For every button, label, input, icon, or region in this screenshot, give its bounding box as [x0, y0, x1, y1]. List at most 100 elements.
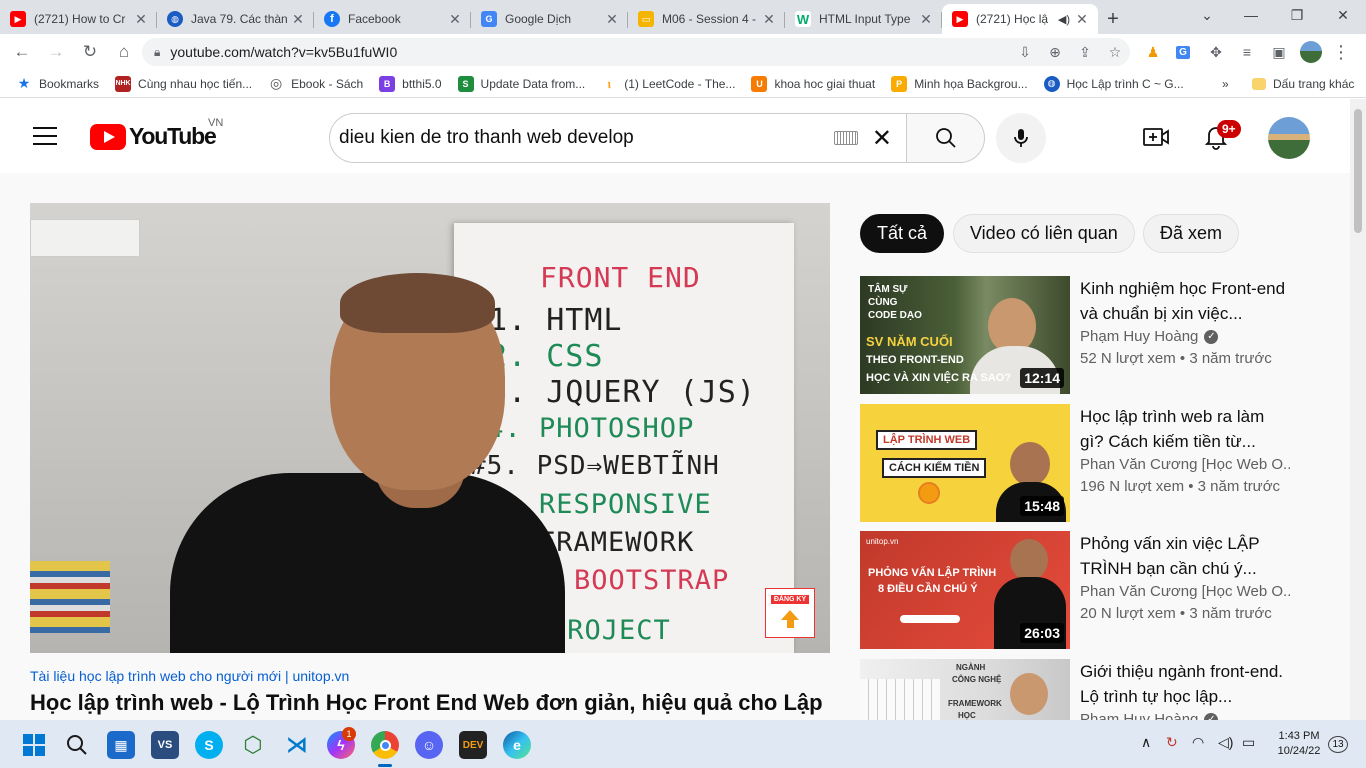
search-icon[interactable]	[63, 731, 91, 759]
minimize-button[interactable]: —	[1228, 0, 1274, 30]
video-player[interactable]: FRONT END #1. HTML #2. CSS #3. JQUERY (J…	[30, 203, 830, 653]
bookmark-item[interactable]: ★ Bookmarks	[8, 70, 107, 98]
bookmark-item[interactable]: NHK Cùng nhau học tiến...	[107, 70, 260, 98]
lock-icon[interactable]: 🔒︎	[154, 45, 160, 60]
browser-tab[interactable]: ▭ M06 - Session 4 - ✕	[628, 4, 785, 34]
home-button[interactable]: ⌂	[108, 36, 140, 68]
notification-center-badge[interactable]: 13	[1328, 736, 1348, 753]
related-video[interactable]: TÂM SỰ CÙNG CODE DẠO SV NĂM CUỐI THEO FR…	[860, 276, 1290, 394]
related-video[interactable]: LẬP TRÌNH WEB CÁCH KIẾM TIỀN 15:48 Học l…	[860, 404, 1290, 522]
visual-studio-icon[interactable]: VS	[151, 731, 179, 759]
voice-search-button[interactable]	[996, 113, 1046, 163]
bookmark-item[interactable]: P Minh họa Backgrou...	[883, 70, 1035, 98]
media-control-icon[interactable]: ≡	[1234, 40, 1260, 64]
close-icon[interactable]: ✕	[447, 11, 463, 28]
skype-icon[interactable]: S	[195, 731, 223, 759]
sync-icon[interactable]: ↻	[1166, 734, 1178, 751]
browser-tab[interactable]: ▶ (2721) How to Cr ✕	[0, 4, 157, 34]
video-hashtag-link[interactable]: Tài liệu học lập trình web cho người mới…	[30, 668, 349, 684]
chrome-icon[interactable]	[371, 731, 399, 759]
related-video-title[interactable]: Phỏng vấn xin việc LẬP TRÌNH bạn cần chú…	[1080, 531, 1290, 581]
extensions-puzzle-icon[interactable]: ✥	[1203, 40, 1229, 64]
channel-name[interactable]: Phạm Huy Hoàng ✓	[1080, 711, 1290, 720]
close-icon[interactable]: ✕	[604, 11, 620, 28]
install-app-icon[interactable]: ⇩	[1010, 44, 1040, 61]
address-bar[interactable]: 🔒︎ youtube.com/watch?v=kv5Bu1fuWI0 ⇩ ⊕ ⇪…	[142, 38, 1130, 66]
channel-name[interactable]: Phan Văn Cương [Học Web O...	[1080, 583, 1290, 600]
video-thumbnail[interactable]: LẬP TRÌNH WEB CÁCH KIẾM TIỀN 15:48	[860, 404, 1070, 522]
video-thumbnail[interactable]: NGÀNH CÔNG NGHỆ FRAMEWORK HỌC	[860, 659, 1070, 720]
related-video[interactable]: NGÀNH CÔNG NGHỆ FRAMEWORK HỌC Giới thiệu…	[860, 659, 1290, 720]
subscribe-watermark[interactable]: ĐĂNG KÝ	[765, 588, 815, 638]
tray-overflow-icon[interactable]: ∧	[1141, 734, 1151, 751]
zoom-icon[interactable]: ⊕	[1040, 44, 1070, 61]
bookmark-item[interactable]: ⲓ (1) LeetCode - The...	[593, 70, 743, 98]
share-icon[interactable]: ⇪	[1070, 44, 1100, 61]
account-avatar[interactable]	[1268, 117, 1310, 159]
audio-playing-icon[interactable]: ◀)	[1058, 13, 1070, 26]
bookmark-item[interactable]: ◍ Học Lập trình C ~ G...	[1036, 70, 1192, 98]
forward-button[interactable]: →	[40, 36, 72, 68]
edge-icon[interactable]: e	[503, 731, 531, 759]
new-tab-button[interactable]: +	[1098, 4, 1128, 34]
close-icon[interactable]: ✕	[761, 11, 777, 28]
close-icon[interactable]: ✕	[1074, 11, 1090, 28]
close-icon[interactable]: ✕	[290, 11, 306, 28]
google-translate-extension-icon[interactable]: G	[1170, 40, 1196, 64]
bookmark-item[interactable]: ◎ Ebook - Sách	[260, 70, 371, 98]
related-video-title[interactable]: Học lập trình web ra làm gì? Cách kiếm t…	[1080, 404, 1290, 454]
browser-tab[interactable]: f Facebook ✕	[314, 4, 471, 34]
vscode-icon[interactable]: ⋊	[283, 731, 311, 759]
chip-watched[interactable]: Đã xem	[1143, 214, 1240, 253]
taskbar-clock[interactable]: 1:43 PM 10/24/22	[1272, 729, 1326, 759]
related-video-title[interactable]: Kinh nghiệm học Front-end và chuẩn bị xi…	[1080, 276, 1290, 326]
related-video-title[interactable]: Giới thiệu ngành front-end. Lộ trình tự …	[1080, 659, 1290, 709]
create-video-button[interactable]	[1138, 119, 1174, 155]
youtube-logo[interactable]: YouTube VN	[90, 117, 223, 150]
close-icon[interactable]: ✕	[133, 11, 149, 28]
search-button[interactable]	[906, 113, 985, 163]
more-menu-icon[interactable]: ⋮	[1328, 40, 1354, 64]
other-bookmarks[interactable]: Dấu trang khác	[1244, 70, 1362, 98]
close-icon[interactable]: ✕	[918, 11, 934, 28]
profile-avatar-icon[interactable]	[1298, 40, 1324, 64]
discord-icon[interactable]: ☺	[415, 731, 443, 759]
battery-icon[interactable]: ▭	[1242, 734, 1255, 751]
browser-tab[interactable]: G Google Dịch ✕	[471, 4, 628, 34]
video-thumbnail[interactable]: unitop.vn PHỎNG VẤN LẬP TRÌNH 8 ĐIỀU CẦN…	[860, 531, 1070, 649]
url-text[interactable]: youtube.com/watch?v=kv5Bu1fuWI0	[170, 44, 1010, 60]
chip-related[interactable]: Video có liên quan	[953, 214, 1135, 253]
channel-name[interactable]: Phan Văn Cương [Học Web O...	[1080, 456, 1290, 473]
store-icon[interactable]: ▦	[107, 731, 135, 759]
extension-figure-icon[interactable]: ♟	[1140, 40, 1166, 64]
video-thumbnail[interactable]: TÂM SỰ CÙNG CODE DẠO SV NĂM CUỐI THEO FR…	[860, 276, 1070, 394]
hexagon-app-icon[interactable]: ⬡	[239, 731, 267, 759]
windows-start-icon[interactable]	[20, 731, 48, 759]
browser-tab[interactable]: W HTML Input Type ✕	[785, 4, 942, 34]
reload-button[interactable]: ↻	[74, 36, 106, 68]
bookmark-item[interactable]: S Update Data from...	[450, 70, 594, 98]
page-scrollbar[interactable]	[1350, 99, 1366, 720]
related-video[interactable]: unitop.vn PHỎNG VẤN LẬP TRÌNH 8 ĐIỀU CẦN…	[860, 531, 1290, 649]
volume-icon[interactable]: ◁)	[1218, 734, 1233, 751]
wifi-icon[interactable]: ◠	[1192, 734, 1204, 751]
scrollbar-thumb[interactable]	[1354, 109, 1362, 233]
bookmark-item[interactable]: Ukhoa hoc giai thuat	[743, 70, 883, 98]
browser-tab-active[interactable]: ▶ (2721) Học lậ ◀) ✕	[942, 4, 1098, 34]
bookmark-item[interactable]: Bbtthi5.0	[371, 70, 449, 98]
search-query[interactable]: dieu kien de tro thanh web develop	[339, 127, 834, 149]
clear-search-icon[interactable]: ✕	[872, 124, 892, 153]
back-button[interactable]: ←	[6, 36, 38, 68]
tab-search-icon[interactable]: ⌄	[1184, 0, 1230, 30]
browser-tab[interactable]: ◍ Java 79. Các thàn ✕	[157, 4, 314, 34]
bookmarks-overflow-icon[interactable]: »	[1214, 70, 1237, 98]
restore-button[interactable]: ❐	[1274, 0, 1320, 30]
close-window-button[interactable]: ✕	[1320, 0, 1366, 30]
channel-name[interactable]: Phạm Huy Hoàng ✓	[1080, 328, 1290, 345]
menu-icon[interactable]	[33, 127, 57, 145]
search-input[interactable]: dieu kien de tro thanh web develop ✕	[329, 113, 906, 163]
keyboard-icon[interactable]	[833, 131, 858, 145]
chip-all[interactable]: Tất cả	[860, 214, 945, 253]
dev-app-icon[interactable]: DEV	[459, 731, 487, 759]
bookmark-star-icon[interactable]: ☆	[1100, 44, 1130, 61]
